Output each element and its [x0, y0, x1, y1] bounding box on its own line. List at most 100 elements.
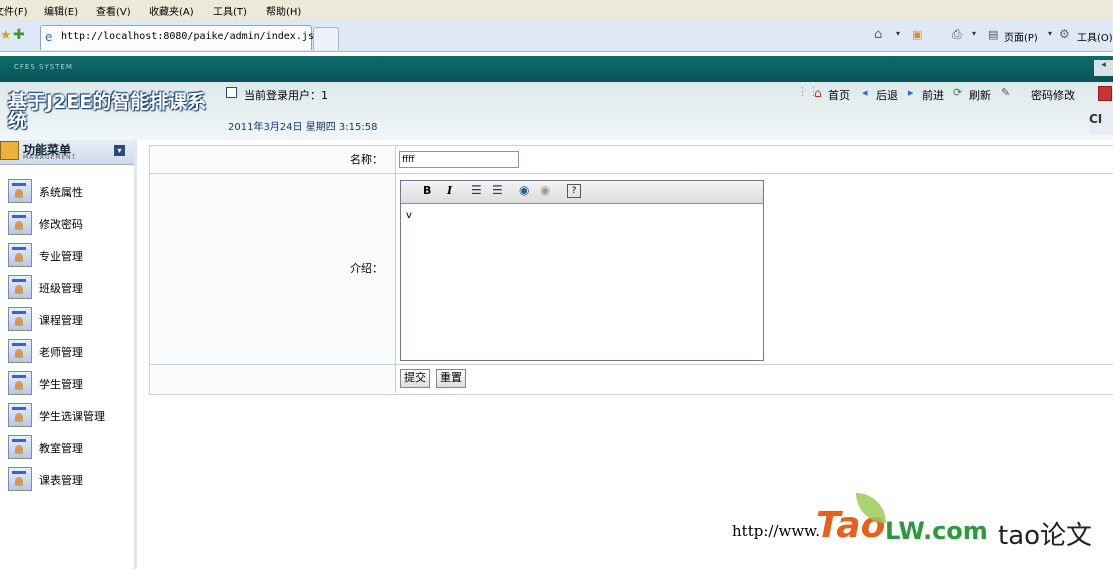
editor-content[interactable]: v — [406, 210, 412, 221]
sidebar-item-label: 修改密码 — [39, 218, 83, 231]
monitor-icon — [8, 179, 32, 203]
watermark: http://www. Tao LW.com tao论文 — [728, 493, 1108, 569]
sidebar-item-label: 课程管理 — [39, 314, 83, 327]
form-row-intro: 介绍： B I ☰ ☰ ◉ ◉ ? v — [150, 174, 1113, 365]
sidebar-item-classes[interactable]: 班级管理 — [8, 275, 128, 299]
collapse-menu-icon[interactable]: ▾ — [114, 145, 125, 156]
add-favorite-icon[interactable]: ✚ — [13, 27, 25, 43]
home-dropdown-icon[interactable]: ▾ — [896, 29, 900, 38]
menu-view[interactable]: 查看(V) — [96, 3, 131, 18]
edit-form: 名称： 介绍： B I ☰ ☰ ◉ ◉ ? v 提交 重置 — [149, 145, 1113, 395]
sidebar-item-timetables[interactable]: 课表管理 — [8, 467, 128, 491]
monitor-icon — [8, 339, 32, 363]
user-icon — [226, 87, 237, 98]
sidebar-item-system-properties[interactable]: 系统属性 — [8, 179, 128, 203]
tab-url: http://localhost:8080/paike/admin/index.… — [61, 31, 320, 42]
print-icon[interactable]: ⎙ — [952, 27, 962, 42]
page-icon: ▤ — [988, 28, 999, 41]
datetime-display: 2011年3月24日 星期四 3:15:58 — [228, 122, 378, 133]
nav-back[interactable]: 后退 — [876, 87, 898, 103]
nav-refresh[interactable]: 刷新 — [969, 87, 991, 103]
ordered-list-icon[interactable]: ☰ — [471, 183, 482, 197]
app-top-strip: CFES SYSTEM ◂ — [0, 56, 1113, 82]
rss-feed-icon[interactable]: ▣ — [912, 28, 922, 41]
monitor-icon — [8, 435, 32, 459]
menu-tools[interactable]: 工具(T) — [213, 3, 247, 18]
menu-file[interactable]: 文件(F) — [0, 3, 28, 18]
password-icon: ✎ — [1001, 86, 1011, 99]
reset-button[interactable]: 重置 — [436, 369, 466, 388]
menu-edit[interactable]: 编辑(E) — [44, 3, 78, 18]
sidebar-item-label: 专业管理 — [39, 250, 83, 263]
app-nav-bar: 当前登录用户：1 ⋮⋮ ⌂ 首页 ◂ 后退 ▸ 前进 ⟳ 刷新 ✎ 密码修改 — [222, 84, 1113, 104]
sidebar-item-majors[interactable]: 专业管理 — [8, 243, 128, 267]
menu-home-icon — [0, 141, 19, 160]
sidebar-item-change-password[interactable]: 修改密码 — [8, 211, 128, 235]
sidebar-item-students[interactable]: 学生管理 — [8, 371, 128, 395]
sidebar-item-courses[interactable]: 课程管理 — [8, 307, 128, 331]
sidebar-splitter[interactable] — [134, 140, 137, 569]
right-edge-text: CI — [1089, 112, 1113, 134]
print-dropdown-icon[interactable]: ▾ — [972, 29, 976, 38]
nav-forward[interactable]: 前进 — [922, 87, 944, 103]
name-input[interactable] — [399, 151, 519, 168]
system-tag: CFES SYSTEM — [14, 63, 73, 71]
sidebar-item-label: 学生管理 — [39, 378, 83, 391]
menu-favorites[interactable]: 收藏夹(A) — [149, 3, 194, 18]
form-row-buttons: 提交 重置 — [150, 365, 1113, 393]
sidebar-item-classrooms[interactable]: 教室管理 — [8, 435, 128, 459]
sidebar-subtitle: MANAGEMENT — [23, 154, 77, 161]
rich-text-editor: B I ☰ ☰ ◉ ◉ ? v — [400, 180, 764, 361]
monitor-icon — [8, 275, 32, 299]
home-nav-icon: ⌂ — [814, 86, 822, 100]
unlink-icon[interactable]: ◉ — [540, 183, 550, 197]
monitor-icon — [8, 243, 32, 267]
sidebar-item-label: 系统属性 — [39, 186, 83, 199]
help-icon[interactable]: ? — [567, 184, 581, 198]
favorites-star-icon[interactable]: ★ — [0, 28, 12, 43]
monitor-icon — [8, 403, 32, 427]
sidebar-item-label: 教室管理 — [39, 442, 83, 455]
watermark-brand-rest: LW.com — [885, 517, 988, 545]
editor-toolbar: B I ☰ ☰ ◉ ◉ ? — [401, 181, 763, 204]
unordered-list-icon[interactable]: ☰ — [492, 183, 503, 197]
home-icon[interactable]: ⌂ — [874, 27, 882, 42]
sidebar-item-label: 课表管理 — [39, 474, 83, 487]
form-row-name: 名称： — [150, 146, 1113, 174]
sidebar-item-course-selection[interactable]: 学生选课管理 — [8, 403, 128, 427]
watermark-suffix: tao论文 — [998, 521, 1093, 551]
intro-label: 介绍： — [350, 262, 383, 275]
italic-icon[interactable]: I — [447, 184, 452, 197]
name-label: 名称： — [350, 153, 383, 166]
ie-page-icon: e — [45, 30, 53, 44]
sidebar-header: 功能菜单 MANAGEMENT ▾ — [0, 140, 134, 165]
separator: ⋮⋮ — [797, 85, 819, 98]
insert-link-icon[interactable]: ◉ — [519, 183, 529, 197]
date-bar: 2011年3月24日 星期四 3:15:58 CI — [222, 112, 1113, 134]
logout-icon[interactable] — [1098, 86, 1112, 101]
nav-home[interactable]: 首页 — [828, 87, 850, 103]
monitor-icon — [8, 467, 32, 491]
monitor-icon — [8, 371, 32, 395]
watermark-url-prefix: http://www. — [732, 522, 820, 540]
sidebar-item-label: 老师管理 — [39, 346, 83, 359]
gear-icon: ⚙ — [1059, 27, 1070, 41]
menu-help[interactable]: 帮助(H) — [266, 3, 301, 18]
sidebar-item-label: 学生选课管理 — [39, 410, 105, 423]
new-tab-button[interactable] — [313, 27, 339, 50]
browser-menu-bar: 文件(F) 编辑(E) 查看(V) 收藏夹(A) 工具(T) 帮助(H) — [0, 0, 1113, 20]
tools-menu-button[interactable]: 工具(O) — [1077, 29, 1113, 44]
nav-change-password[interactable]: 密码修改 — [1031, 87, 1075, 103]
page-dropdown-icon[interactable]: ▾ — [1048, 29, 1052, 38]
refresh-icon: ⟳ — [953, 86, 963, 99]
sidebar-item-teachers[interactable]: 老师管理 — [8, 339, 128, 363]
monitor-icon — [8, 307, 32, 331]
bold-icon[interactable]: B — [423, 184, 431, 197]
monitor-icon — [8, 211, 32, 235]
browser-tab[interactable]: e http://localhost:8080/paike/admin/inde… — [40, 25, 320, 50]
current-user-label: 当前登录用户：1 — [244, 89, 328, 102]
collapse-header-icon[interactable]: ◂ — [1094, 60, 1113, 76]
submit-button[interactable]: 提交 — [400, 369, 430, 388]
page-menu-button[interactable]: 页面(P) — [1004, 29, 1038, 44]
sidebar-item-label: 班级管理 — [39, 282, 83, 295]
